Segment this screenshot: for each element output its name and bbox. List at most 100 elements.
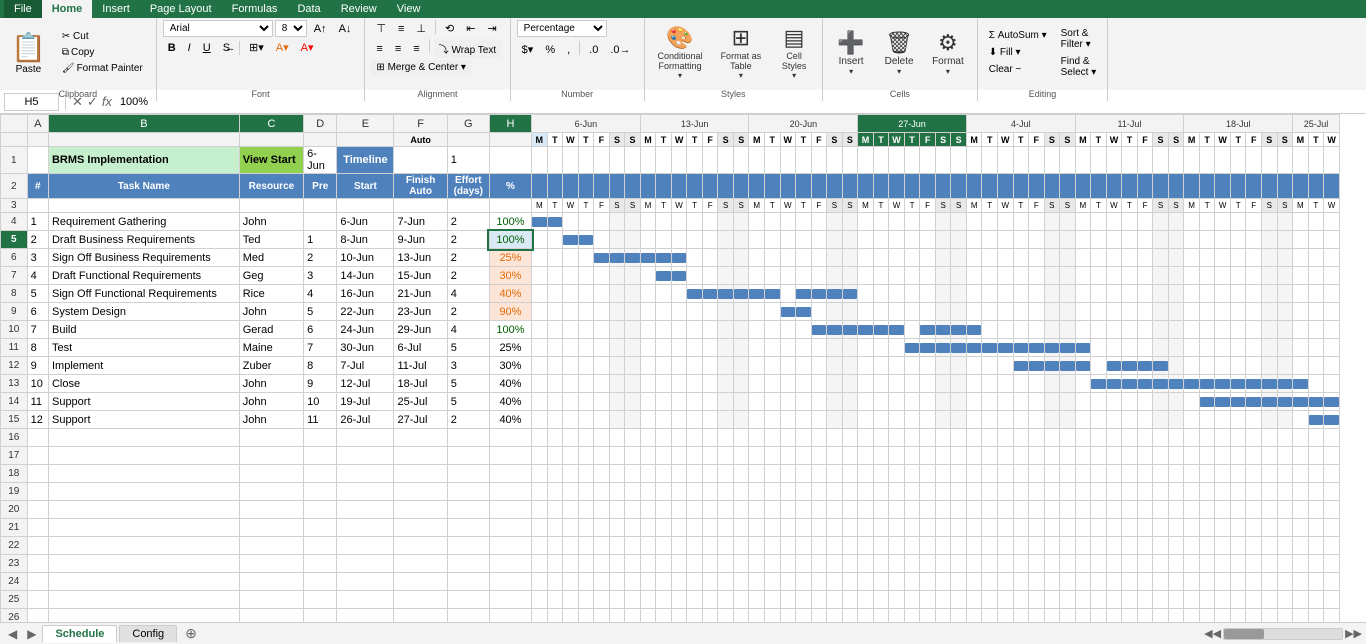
underline-button[interactable]: U [198, 40, 216, 56]
empty-cell[interactable] [547, 429, 563, 447]
empty-cell[interactable] [1075, 537, 1091, 555]
empty-cell[interactable] [1137, 609, 1153, 623]
empty-cell[interactable] [1153, 591, 1169, 609]
empty-cell[interactable] [811, 519, 827, 537]
find-select-button[interactable]: Find &Select ▾ [1056, 54, 1102, 80]
empty-cell[interactable] [966, 501, 982, 519]
empty-cell[interactable] [447, 573, 489, 591]
empty-cell[interactable] [48, 591, 239, 609]
grid-cell[interactable]: Implement [48, 357, 239, 375]
empty-cell[interactable] [609, 573, 625, 591]
empty-cell[interactable] [532, 519, 548, 537]
empty-cell[interactable] [780, 483, 796, 501]
empty-cell[interactable] [827, 483, 843, 501]
empty-cell[interactable] [765, 429, 781, 447]
empty-cell[interactable] [889, 429, 905, 447]
conditional-formatting-button[interactable]: 🎨 ConditionalFormatting ▾ [651, 20, 710, 85]
empty-cell[interactable] [447, 465, 489, 483]
empty-cell[interactable] [687, 465, 703, 483]
empty-cell[interactable] [765, 555, 781, 573]
grid-cell[interactable]: 6-Jul [394, 339, 447, 357]
empty-cell[interactable] [1230, 591, 1246, 609]
empty-cell[interactable] [966, 591, 982, 609]
empty-cell[interactable] [394, 591, 447, 609]
empty-cell[interactable] [447, 483, 489, 501]
empty-cell[interactable] [656, 537, 672, 555]
empty-cell[interactable] [1199, 465, 1215, 483]
empty-cell[interactable] [547, 519, 563, 537]
empty-cell[interactable] [1246, 609, 1262, 623]
empty-cell[interactable] [1215, 609, 1231, 623]
tab-home[interactable]: Home [42, 0, 93, 18]
empty-cell[interactable] [27, 483, 48, 501]
grid-cell[interactable]: 30% [489, 357, 531, 375]
copy-button[interactable]: ⧉ Copy [57, 45, 148, 60]
tab-data[interactable]: Data [287, 0, 330, 18]
empty-cell[interactable] [1060, 519, 1076, 537]
empty-cell[interactable] [671, 501, 687, 519]
empty-cell[interactable] [1091, 537, 1107, 555]
empty-cell[interactable] [578, 447, 594, 465]
empty-cell[interactable] [935, 555, 951, 573]
empty-cell[interactable] [718, 573, 734, 591]
empty-cell[interactable] [858, 429, 874, 447]
empty-cell[interactable] [447, 609, 489, 623]
empty-cell[interactable] [337, 573, 394, 591]
empty-cell[interactable] [1153, 555, 1169, 573]
empty-cell[interactable] [609, 555, 625, 573]
grid-cell[interactable]: 6 [304, 321, 337, 339]
empty-cell[interactable] [935, 609, 951, 623]
empty-cell[interactable] [997, 501, 1013, 519]
empty-cell[interactable] [1262, 429, 1278, 447]
empty-cell[interactable] [563, 555, 579, 573]
empty-cell[interactable] [873, 573, 889, 591]
empty-cell[interactable] [904, 483, 920, 501]
empty-cell[interactable] [594, 609, 610, 623]
empty-cell[interactable] [687, 429, 703, 447]
empty-cell[interactable] [394, 573, 447, 591]
empty-cell[interactable] [1246, 447, 1262, 465]
empty-cell[interactable] [827, 609, 843, 623]
empty-cell[interactable] [687, 519, 703, 537]
empty-cell[interactable] [1060, 447, 1076, 465]
empty-cell[interactable] [337, 447, 394, 465]
empty-cell[interactable] [858, 501, 874, 519]
empty-cell[interactable] [687, 573, 703, 591]
empty-cell[interactable] [702, 591, 718, 609]
empty-cell[interactable] [920, 447, 936, 465]
empty-cell[interactable] [811, 555, 827, 573]
empty-cell[interactable] [27, 519, 48, 537]
grid-cell[interactable]: 90% [489, 303, 531, 321]
empty-cell[interactable] [304, 609, 337, 623]
empty-cell[interactable] [1075, 501, 1091, 519]
empty-cell[interactable] [1184, 483, 1200, 501]
empty-cell[interactable] [547, 591, 563, 609]
empty-cell[interactable] [1230, 555, 1246, 573]
empty-cell[interactable] [1122, 537, 1138, 555]
empty-cell[interactable] [733, 609, 749, 623]
grid-cell[interactable]: 23-Jun [394, 303, 447, 321]
grid-cell[interactable]: 7 [304, 339, 337, 357]
grid-cell[interactable]: 22-Jun [337, 303, 394, 321]
empty-cell[interactable] [842, 537, 858, 555]
empty-cell[interactable] [239, 591, 303, 609]
empty-cell[interactable] [796, 483, 812, 501]
empty-cell[interactable] [532, 555, 548, 573]
empty-cell[interactable] [889, 501, 905, 519]
empty-cell[interactable] [765, 501, 781, 519]
empty-cell[interactable] [1324, 609, 1340, 623]
empty-cell[interactable] [640, 483, 656, 501]
empty-cell[interactable] [1308, 591, 1324, 609]
empty-cell[interactable] [1277, 609, 1293, 623]
empty-cell[interactable] [904, 537, 920, 555]
empty-cell[interactable] [966, 609, 982, 623]
empty-cell[interactable] [594, 519, 610, 537]
empty-cell[interactable] [982, 609, 998, 623]
cut-button[interactable]: ✂ Cut [57, 29, 148, 44]
empty-cell[interactable] [982, 519, 998, 537]
empty-cell[interactable] [1324, 465, 1340, 483]
empty-cell[interactable] [1324, 483, 1340, 501]
empty-cell[interactable] [1184, 537, 1200, 555]
empty-cell[interactable] [796, 519, 812, 537]
empty-cell[interactable] [1215, 501, 1231, 519]
